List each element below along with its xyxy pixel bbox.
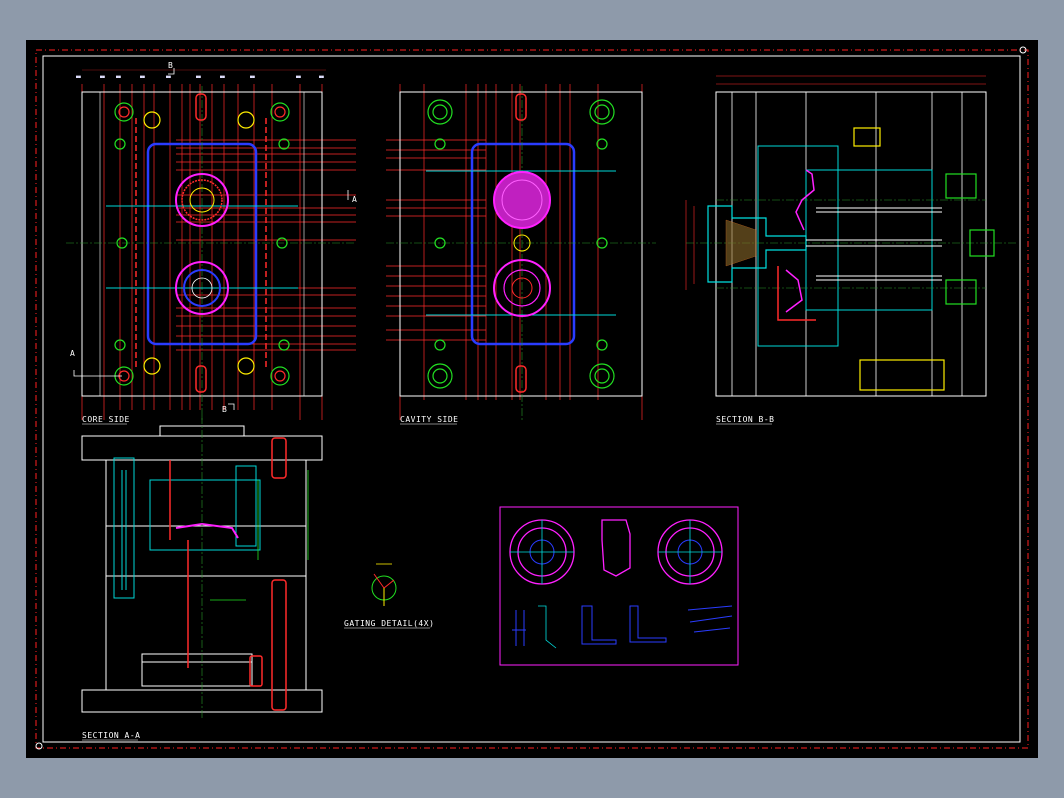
svg-text:■■: ■■ [220, 74, 225, 79]
svg-text:■■: ■■ [296, 74, 301, 79]
section-mark-b-bottom: B [222, 405, 227, 414]
section-aa-view: SECTION A-A [81, 416, 323, 741]
cavity-side-title: CAVITY SIDE [400, 415, 458, 424]
svg-text:■■: ■■ [76, 74, 81, 79]
section-aa-title: SECTION A-A [82, 731, 140, 740]
svg-text:■■: ■■ [196, 74, 201, 79]
svg-text:■■: ■■ [100, 74, 105, 79]
svg-text:■■: ■■ [250, 74, 255, 79]
section-mark-a-right: A [352, 195, 357, 204]
svg-text:■■: ■■ [116, 74, 121, 79]
drawing-sheet: ■■ ■■ ■■ ■■ ■■ ■■ ■■ ■■ ■■ ■■ A A B B CO… [26, 40, 1038, 758]
svg-text:■■: ■■ [140, 74, 145, 79]
cad-drawing: ■■ ■■ ■■ ■■ ■■ ■■ ■■ ■■ ■■ ■■ A A B B CO… [35, 46, 1029, 750]
sheet-border [35, 46, 1029, 750]
gating-detail-view: GATING DETAIL(4X) [344, 563, 434, 629]
part-detail-box [499, 506, 739, 666]
core-side-view: ■■ ■■ ■■ ■■ ■■ ■■ ■■ ■■ ■■ ■■ A A B B CO… [66, 61, 357, 425]
section-mark-a-left: A [70, 349, 75, 358]
svg-text:■■: ■■ [319, 74, 324, 79]
svg-text:■■: ■■ [166, 74, 171, 79]
section-mark-b-top: B [168, 61, 173, 70]
cavity-side-view: CAVITY SIDE [386, 84, 656, 425]
core-side-title: CORE SIDE [82, 415, 130, 424]
section-bb-title: SECTION B-B [716, 415, 774, 424]
section-bb-view: SECTION B-B [685, 75, 1016, 425]
gating-detail-title: GATING DETAIL(4X) [344, 619, 434, 628]
